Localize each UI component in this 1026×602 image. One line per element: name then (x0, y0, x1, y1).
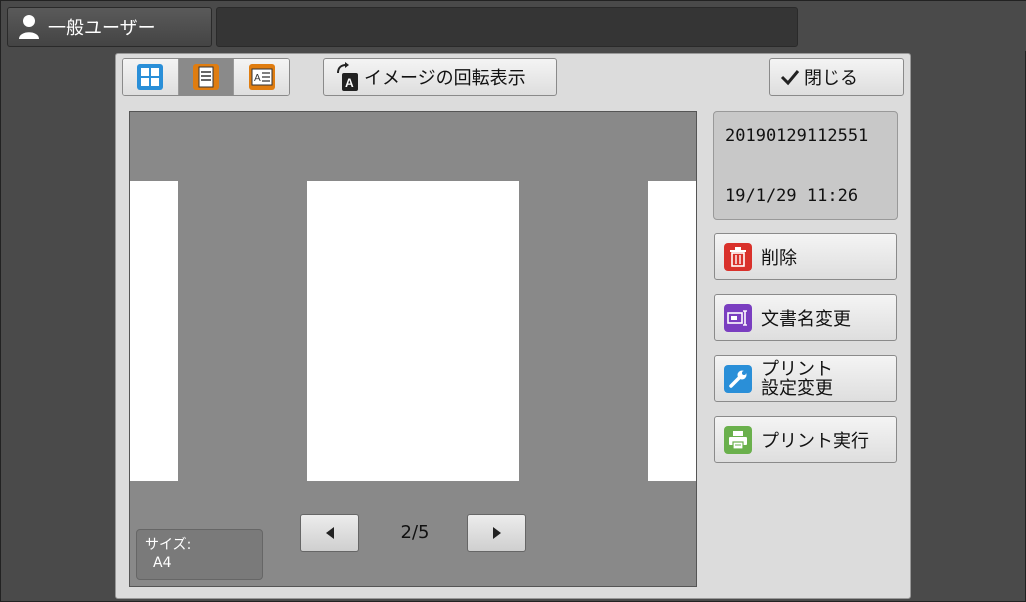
view-mode-page[interactable] (178, 59, 235, 95)
wrench-icon (724, 364, 752, 393)
delete-button[interactable]: 削除 (714, 233, 897, 280)
message-area (216, 7, 798, 47)
text-view-icon: A (248, 64, 275, 90)
single-page-icon (193, 64, 219, 90)
rotate-image-button[interactable]: A イメージの回転表示 (323, 58, 557, 96)
view-mode-text[interactable]: A (234, 59, 289, 95)
view-mode-thumbnails[interactable] (123, 59, 179, 95)
rename-icon (724, 303, 752, 332)
previous-page-button[interactable] (300, 514, 359, 552)
rotate-icon: A (337, 62, 358, 91)
previous-page-thumbnail (130, 181, 178, 481)
user-icon (19, 15, 39, 39)
rename-document-button[interactable]: 文書名変更 (714, 294, 897, 341)
size-value: A4 (153, 555, 172, 571)
grid-view-icon (137, 64, 164, 90)
rename-label: 文書名変更 (761, 308, 851, 330)
top-bar: 一般ユーザー (1, 1, 1026, 51)
next-page-button[interactable] (467, 514, 526, 552)
print-run-button[interactable]: プリント実行 (714, 416, 897, 463)
print-settings-button[interactable]: プリント 設定変更 (714, 355, 897, 402)
delete-label: 削除 (761, 247, 797, 269)
check-icon (780, 70, 800, 86)
svg-text:A: A (254, 73, 261, 84)
page-counter: 2/5 (400, 522, 430, 543)
next-page-thumbnail (648, 181, 696, 481)
close-button[interactable]: 閉じる (769, 58, 904, 96)
user-label: 一般ユーザー (48, 18, 156, 39)
document-name: 20190129112551 (725, 126, 869, 146)
svg-text:A: A (345, 76, 354, 90)
paper-size-info: サイズ: A4 (136, 529, 263, 580)
rotate-label: イメージの回転表示 (364, 68, 526, 89)
size-label: サイズ: (145, 537, 192, 553)
close-label: 閉じる (804, 68, 858, 89)
triangle-left-icon (325, 527, 334, 539)
user-button[interactable]: 一般ユーザー (7, 7, 212, 47)
document-datetime: 19/1/29 11:26 (725, 186, 859, 206)
triangle-right-icon (492, 527, 501, 539)
preview-dialog: A A イメージの回転表示 閉じる サイズ: A4 2/5 2019012911… (115, 53, 911, 599)
print-settings-label-line2: 設定変更 (761, 377, 833, 399)
print-run-label: プリント実行 (761, 430, 869, 452)
current-page-thumbnail (307, 181, 519, 481)
print-settings-label-line1: プリント (761, 358, 833, 380)
trash-icon (724, 242, 752, 271)
page-preview: サイズ: A4 2/5 (129, 111, 697, 587)
document-info: 20190129112551 19/1/29 11:26 (713, 111, 898, 220)
view-mode-toggle: A (122, 58, 290, 96)
print-settings-label: プリント 設定変更 (761, 360, 833, 398)
printer-icon (724, 425, 752, 454)
